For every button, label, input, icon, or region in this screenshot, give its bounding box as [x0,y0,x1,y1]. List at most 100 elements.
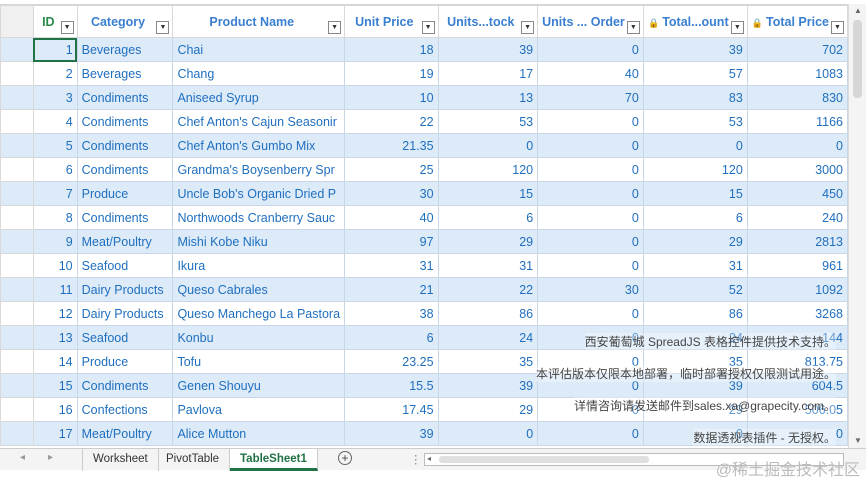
filter-dropdown-icon[interactable]: ▼ [831,21,844,34]
id-cell[interactable]: 8 [32,205,78,230]
id-cell[interactable]: 3 [32,85,78,110]
unit-price-cell[interactable]: 97 [344,229,439,254]
row-header[interactable] [0,421,34,446]
table-row[interactable]: 2 Beverages Chang 19 17 40 57 1083 [0,61,848,86]
row-header[interactable] [0,229,34,254]
unit-price-cell[interactable]: 18 [344,37,439,62]
total-price-cell[interactable]: 450 [746,181,848,206]
category-cell[interactable]: Seafood [76,253,174,278]
total-price-cell[interactable]: 2813 [746,229,848,254]
units-in-stock-cell[interactable]: 13 [437,85,539,110]
total-price-cell[interactable]: 3000 [746,157,848,182]
category-cell[interactable]: Confections [76,397,174,422]
column-header-total-amount[interactable]: 🔒 Total...ount ▼ [642,5,748,38]
category-cell[interactable]: Dairy Products [76,301,174,326]
total-price-cell[interactable]: 1092 [746,277,848,302]
units-on-order-cell[interactable]: 0 [537,205,644,230]
units-in-stock-cell[interactable]: 120 [437,157,539,182]
table-row[interactable]: 6 Condiments Grandma's Boysenberry Spr 25 12… [0,157,848,182]
units-on-order-cell[interactable]: 0 [537,301,644,326]
column-header-total-price[interactable]: 🔒 Total Price ▼ [746,5,848,38]
id-cell[interactable]: 16 [32,397,78,422]
category-cell[interactable]: Meat/Poultry [76,421,174,446]
units-in-stock-cell[interactable]: 24 [437,325,539,350]
units-in-stock-cell[interactable]: 86 [437,301,539,326]
product-name-cell[interactable]: Aniseed Syrup [172,85,346,110]
units-in-stock-cell[interactable]: 39 [437,373,539,398]
row-header[interactable] [0,397,34,422]
table-row[interactable]: 12 Dairy Products Queso Manchego La Pastor… [0,301,848,326]
id-cell[interactable]: 7 [32,181,78,206]
product-name-cell[interactable]: Genen Shouyu [172,373,346,398]
product-name-cell[interactable]: Alice Mutton [172,421,346,446]
row-header[interactable] [0,253,34,278]
table-row[interactable]: 11 Dairy Products Queso Cabrales 21 22 30 52 10… [0,277,848,302]
tab-next-icon[interactable]: ▸ [48,452,53,463]
units-in-stock-cell[interactable]: 35 [437,349,539,374]
table-row[interactable]: 3 Condiments Aniseed Syrup 10 13 70 83 830 [0,85,848,110]
product-name-cell[interactable]: Ikura [172,253,346,278]
product-name-cell[interactable]: Chef Anton's Gumbo Mix [172,133,346,158]
id-cell[interactable]: 13 [32,325,78,350]
total-price-cell[interactable]: 240 [746,205,848,230]
product-name-cell[interactable]: Konbu [172,325,346,350]
product-name-cell[interactable]: Chai [172,37,346,62]
category-cell[interactable]: Beverages [76,37,174,62]
column-header-category[interactable]: Category ▼ [76,5,174,38]
table-row[interactable]: 5 Condiments Chef Anton's Gumbo Mix 21.35 0 0… [0,133,848,158]
column-header-units-in-stock[interactable]: Units...tock ▼ [437,5,539,38]
total-amount-cell[interactable]: 39 [642,37,748,62]
row-header[interactable] [0,349,34,374]
unit-price-cell[interactable]: 39 [344,421,439,446]
column-header-units-on-order[interactable]: Units ... Order ▼ [537,5,644,38]
filter-dropdown-icon[interactable]: ▼ [60,21,74,34]
add-sheet-icon[interactable]: + [338,451,352,465]
category-cell[interactable]: Produce [76,349,174,374]
column-header-id[interactable]: ID ▼ [32,5,78,38]
tab-tablesheet1[interactable]: TableSheet1 [230,449,318,471]
filter-dropdown-icon[interactable]: ▼ [626,21,640,34]
units-in-stock-cell[interactable]: 15 [437,181,539,206]
row-header[interactable] [0,277,34,302]
row-header[interactable] [0,37,34,62]
unit-price-cell[interactable]: 10 [344,85,439,110]
units-on-order-cell[interactable]: 0 [537,37,644,62]
row-header[interactable] [0,373,34,398]
units-on-order-cell[interactable]: 0 [537,421,644,446]
units-in-stock-cell[interactable]: 0 [437,421,539,446]
category-cell[interactable]: Condiments [76,85,174,110]
category-cell[interactable]: Meat/Poultry [76,229,174,254]
product-name-cell[interactable]: Queso Cabrales [172,277,346,302]
unit-price-cell[interactable]: 38 [344,301,439,326]
units-on-order-cell[interactable]: 30 [537,277,644,302]
unit-price-cell[interactable]: 31 [344,253,439,278]
filter-dropdown-icon[interactable]: ▼ [421,21,435,34]
unit-price-cell[interactable]: 6 [344,325,439,350]
tab-worksheet[interactable]: Worksheet [82,449,159,471]
row-header[interactable] [0,325,34,350]
id-cell[interactable]: 4 [32,109,78,134]
units-on-order-cell[interactable]: 0 [537,109,644,134]
product-name-cell[interactable]: Queso Manchego La Pastora [172,301,346,326]
table-row[interactable]: 1 Beverages Chai 18 39 0 39 702 [0,37,848,62]
filter-dropdown-icon[interactable]: ▼ [328,21,342,34]
category-cell[interactable]: Condiments [76,109,174,134]
column-header-unit-price[interactable]: Unit Price ▼ [344,5,439,38]
id-cell[interactable]: 11 [32,277,78,302]
category-cell[interactable]: Beverages [76,61,174,86]
unit-price-cell[interactable]: 21 [344,277,439,302]
total-price-cell[interactable]: 702 [746,37,848,62]
unit-price-cell[interactable]: 23.25 [344,349,439,374]
column-header-product-name[interactable]: Product Name ▼ [172,5,346,38]
category-cell[interactable]: Dairy Products [76,277,174,302]
total-amount-cell[interactable]: 6 [642,205,748,230]
total-amount-cell[interactable]: 52 [642,277,748,302]
units-in-stock-cell[interactable]: 29 [437,397,539,422]
category-cell[interactable]: Condiments [76,133,174,158]
table-row[interactable]: 10 Seafood Ikura 31 31 0 31 961 [0,253,848,278]
scroll-left-icon[interactable]: ◂ [427,454,431,463]
id-cell[interactable]: 5 [32,133,78,158]
total-price-cell[interactable]: 961 [746,253,848,278]
row-header[interactable] [0,301,34,326]
total-amount-cell[interactable]: 31 [642,253,748,278]
